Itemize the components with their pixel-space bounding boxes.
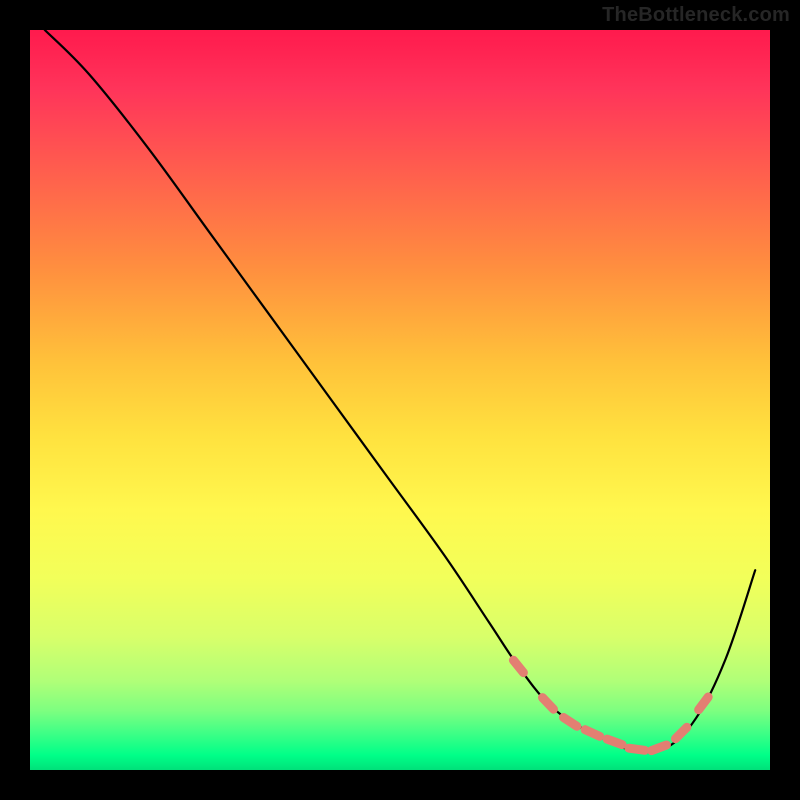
watermark-text: TheBottleneck.com (602, 4, 790, 27)
chart-svg (30, 30, 770, 770)
highlight-dash (676, 727, 687, 738)
highlight-dash (629, 748, 645, 750)
plot-area (30, 30, 770, 770)
highlight-dash (652, 745, 667, 751)
highlight-dash (699, 697, 709, 710)
highlight-dash (585, 730, 600, 737)
highlight-dash-group (513, 660, 708, 750)
highlight-dash (513, 660, 523, 672)
bottleneck-curve (45, 30, 755, 752)
highlight-dash (543, 698, 554, 710)
highlight-dash (564, 718, 577, 727)
chart-frame: TheBottleneck.com (0, 0, 800, 800)
highlight-dash (607, 739, 622, 745)
